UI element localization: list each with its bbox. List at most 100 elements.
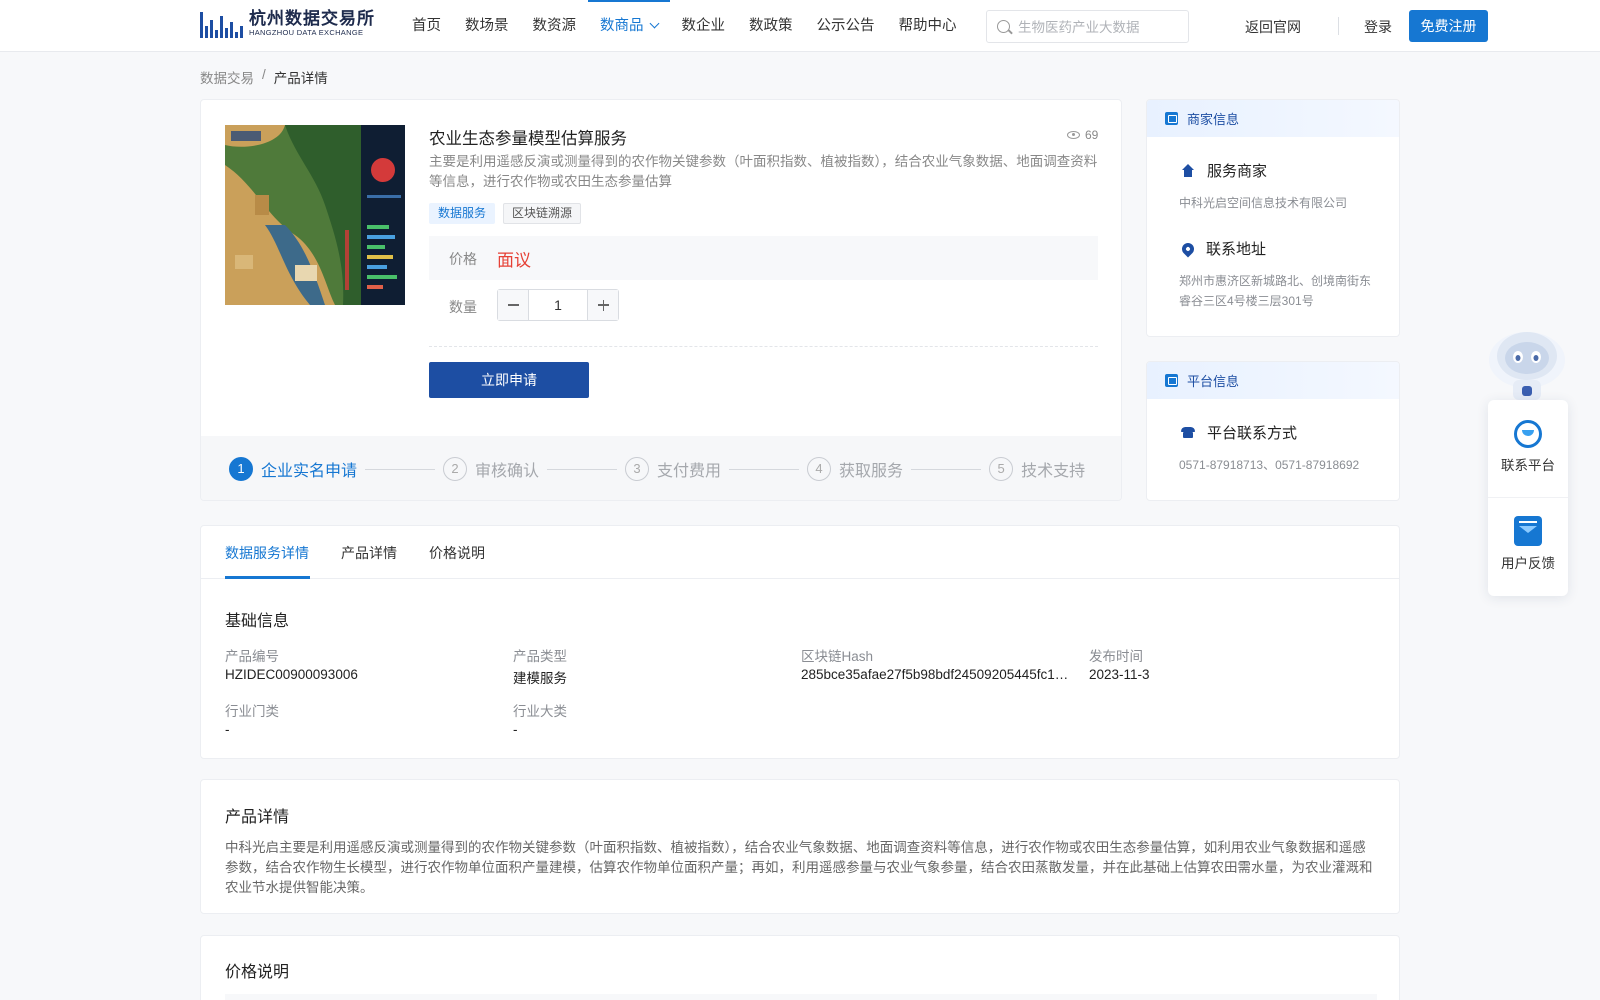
step-label: 技术支持 [1021, 463, 1086, 480]
product-detail-title: 产品详情 [225, 809, 290, 826]
platform-info-icon [1165, 374, 1178, 387]
nav-item-enterprises[interactable]: 数企业 [670, 0, 738, 52]
search-icon[interactable] [997, 20, 1010, 33]
breadcrumb-root[interactable]: 数据交易 [200, 67, 254, 87]
field-value-product-id: HZIDEC00900093006 [225, 667, 358, 682]
field-label-product-id: 产品编号 [225, 649, 279, 664]
nav-item-help[interactable]: 帮助中心 [887, 0, 969, 52]
contact-address-title: 联系地址 [1206, 241, 1267, 258]
nav-item-products-label: 数商品 [600, 18, 644, 34]
platform-contact-title: 平台联系方式 [1207, 425, 1298, 442]
chevron-down-icon [649, 18, 659, 29]
price-value: 面议 [497, 251, 531, 270]
merchant-info-icon [1165, 112, 1178, 125]
platform-info-header: 平台信息 [1147, 362, 1399, 399]
price-row: 价格 面议 [429, 236, 1098, 280]
step-number: 2 [443, 457, 468, 481]
minus-button[interactable] [498, 290, 529, 320]
step-label: 审核确认 [475, 463, 540, 480]
step-connector [729, 468, 800, 470]
price-note-content [225, 994, 1377, 1000]
floating-panel: 联系平台 用户反馈 [1488, 400, 1568, 596]
step-number: 5 [989, 457, 1014, 481]
product-detail-card: 产品详情 中科光启主要是利用遥感反演或测量得到的农作物关键参数（叶面积指数、植被… [200, 779, 1400, 914]
register-button[interactable]: 免费注册 [1409, 10, 1488, 42]
product-description: 主要是利用遥感反演或测量得到的农作物关键参数（叶面积指数、植被指数），结合农业气… [429, 154, 1098, 189]
step-label: 企业实名申请 [261, 463, 358, 480]
divider [429, 346, 1098, 347]
product-thumbnail [225, 125, 405, 305]
breadcrumb: 数据交易 / 产品详情 [200, 67, 328, 87]
plus-button[interactable] [587, 290, 618, 320]
tab-data-service-detail[interactable]: 数据服务详情 [225, 543, 309, 563]
product-tags: 数据服务 区块链溯源 [429, 203, 582, 224]
back-to-official-link[interactable]: 返回官网 [1245, 17, 1301, 37]
assistant-robot[interactable] [1487, 324, 1567, 400]
step-number: 3 [625, 457, 650, 481]
step-connector [547, 468, 618, 470]
field-value-publish-time: 2023-11-3 [1089, 667, 1150, 682]
step-connector [365, 468, 436, 470]
nav-item-home[interactable]: 首页 [400, 0, 453, 52]
detail-tabs: 数据服务详情 产品详情 价格说明 [201, 526, 1399, 579]
quantity-stepper: 1 [497, 289, 619, 321]
contact-platform-button[interactable]: 联系平台 [1488, 420, 1568, 474]
field-label-blockchain-hash: 区块链Hash [801, 649, 874, 664]
contact-address-heading: 联系地址 [1179, 238, 1267, 259]
tab-price-note[interactable]: 价格说明 [429, 543, 485, 563]
contact-address-text: 郑州市惠济区新城路北、创境南街东睿谷三区4号楼三层301号 [1179, 274, 1372, 308]
step-label: 获取服务 [839, 463, 904, 480]
nav-item-resources[interactable]: 数资源 [521, 0, 589, 52]
login-link[interactable]: 登录 [1364, 17, 1392, 37]
search-box [986, 10, 1189, 43]
float-divider [1488, 497, 1568, 498]
tab-product-detail[interactable]: 产品详情 [341, 543, 397, 563]
field-value-industry-class: - [513, 722, 518, 737]
logo-title: 杭州数据交易所 [249, 9, 375, 28]
step-number: 1 [229, 457, 253, 481]
merchant-info-header: 商家信息 [1147, 100, 1399, 137]
nav-item-products[interactable]: 数商品 [588, 0, 670, 52]
merchant-info-card: 商家信息 服务商家 中科光启空间信息技术有限公司 联系地址 郑州市惠济区新城路北… [1146, 99, 1400, 337]
service-merchant-title: 服务商家 [1207, 163, 1268, 180]
breadcrumb-separator: / [262, 67, 266, 82]
location-pin-icon [1179, 240, 1197, 257]
service-merchant-heading: 服务商家 [1181, 160, 1267, 181]
site-logo[interactable]: 杭州数据交易所 HANGZHOU DATA EXCHANGE [200, 9, 375, 38]
phone-icon [1181, 426, 1195, 439]
merchant-info-title: 商家信息 [1187, 112, 1240, 127]
quantity-input[interactable]: 1 [529, 290, 587, 320]
basic-info-title: 基础信息 [225, 613, 290, 630]
step-label: 支付费用 [657, 463, 722, 480]
tag-blockchain: 区块链溯源 [503, 203, 582, 224]
nav-item-announcements[interactable]: 公示公告 [805, 0, 887, 52]
platform-info-card: 平台信息 平台联系方式 0571-87918713、0571-87918692 [1146, 361, 1400, 501]
field-label-industry-category: 行业门类 [225, 704, 279, 719]
detail-card: 数据服务详情 产品详情 价格说明 基础信息 产品编号 HZIDEC0090009… [200, 525, 1400, 759]
home-icon [1181, 163, 1195, 178]
breadcrumb-current: 产品详情 [273, 71, 328, 86]
platform-contact-heading: 平台联系方式 [1181, 422, 1297, 443]
step-3: 3 支付费用 [625, 457, 721, 481]
logo-subtitle: HANGZHOU DATA EXCHANGE [249, 28, 364, 37]
field-label-industry-class: 行业大类 [513, 704, 567, 719]
nav-item-scenarios[interactable]: 数场景 [453, 0, 521, 52]
headset-icon [1514, 420, 1542, 448]
nav-item-policies[interactable]: 数政策 [737, 0, 805, 52]
product-card: 农业生态参量模型估算服务 69 主要是利用遥感反演或测量得到的农作物关键参数（叶… [200, 99, 1122, 501]
contact-platform-label: 联系平台 [1501, 458, 1555, 473]
main-nav: 首页 数场景 数资源 数商品 数企业 数政策 公示公告 帮助中心 [400, 0, 969, 52]
field-label-publish-time: 发布时间 [1089, 649, 1143, 664]
field-label-product-type: 产品类型 [513, 649, 567, 664]
search-input[interactable] [1018, 17, 1178, 37]
user-feedback-button[interactable]: 用户反馈 [1488, 516, 1568, 572]
step-4: 4 获取服务 [807, 457, 903, 481]
step-1: 1 企业实名申请 [229, 457, 357, 481]
eye-icon [1067, 131, 1080, 139]
process-steps: 1 企业实名申请 2 审核确认 3 支付费用 4 获取服务 5 技术支持 [201, 436, 1121, 500]
active-tab-indicator [225, 576, 310, 579]
view-count-value: 69 [1085, 128, 1099, 142]
product-detail-text: 中科光启主要是利用遥感反演或测量得到的农作物关键参数（叶面积指数、植被指数），结… [225, 840, 1373, 895]
apply-now-button[interactable]: 立即申请 [429, 362, 589, 398]
user-feedback-label: 用户反馈 [1501, 556, 1555, 571]
